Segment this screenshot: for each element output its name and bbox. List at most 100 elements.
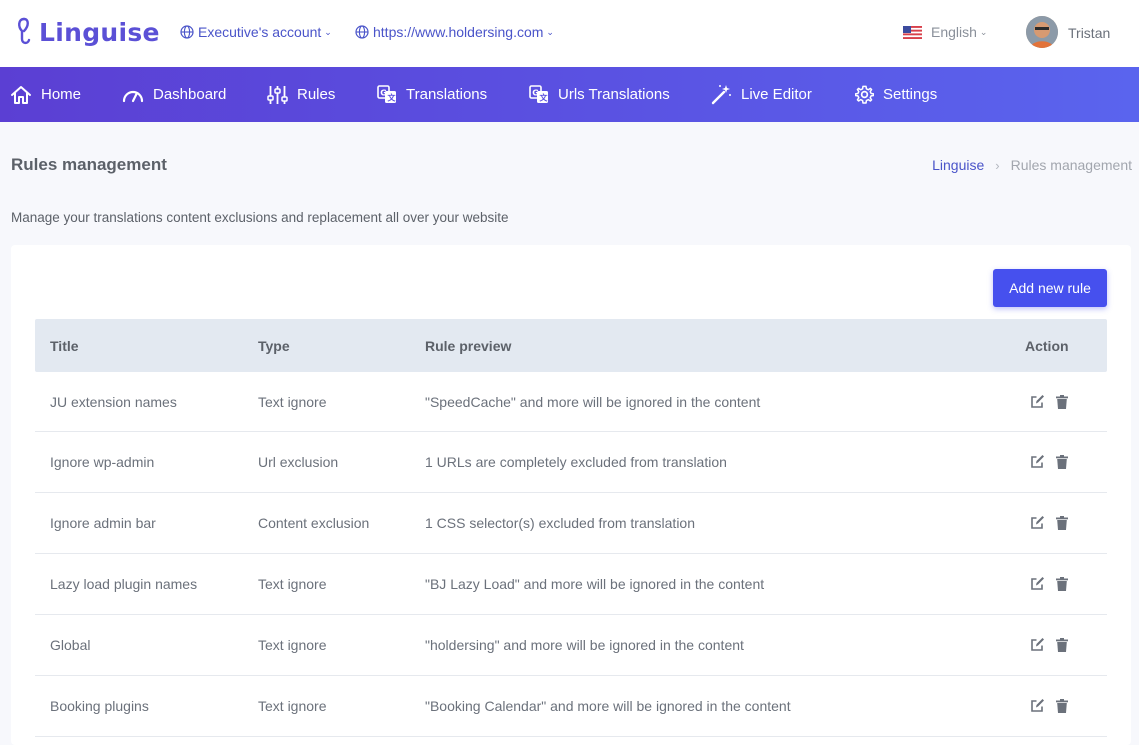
- column-header-title[interactable]: Title: [50, 338, 79, 354]
- chevron-down-icon: ⌄: [979, 26, 988, 37]
- edit-icon[interactable]: [1030, 637, 1045, 652]
- rule-title: JU extension names: [50, 393, 177, 410]
- edit-icon[interactable]: [1030, 576, 1045, 591]
- sliders-icon: [267, 85, 288, 104]
- home-icon: [11, 85, 31, 104]
- column-header-rule-preview[interactable]: Rule preview: [425, 338, 511, 354]
- rule-title: Global: [50, 637, 91, 653]
- main-nav: Home Dashboard Rules G 文 Translations G …: [0, 67, 1139, 122]
- table-row: JU extension names Text ignore "SpeedCache…: [35, 372, 1107, 432]
- page-title: Rules management: [11, 155, 167, 174]
- page-description: Manage your translations content exclusi…: [11, 210, 509, 225]
- edit-icon[interactable]: [1030, 454, 1045, 469]
- rule-type: Content exclusion: [258, 515, 370, 531]
- nav-live-editor[interactable]: Live Editor: [711, 67, 812, 122]
- nav-dashboard-label: Dashboard: [153, 86, 227, 103]
- rule-type: Text ignore: [258, 698, 327, 714]
- row-actions: [1030, 394, 1068, 409]
- table-row: Ignore admin bar Content exclusion 1 CSS s…: [35, 493, 1107, 554]
- nav-home[interactable]: Home: [10, 67, 81, 122]
- rule-preview: 1 CSS selector(s) excluded from translat…: [425, 515, 695, 531]
- row-actions: [1030, 454, 1068, 469]
- nav-rules[interactable]: Rules: [267, 67, 335, 122]
- row-actions: [1030, 637, 1068, 652]
- translate-icon: G 文: [529, 85, 549, 103]
- gauge-icon: [122, 90, 144, 102]
- breadcrumb-current: Rules management: [1010, 157, 1132, 173]
- trash-icon[interactable]: [1056, 394, 1068, 409]
- row-actions: [1030, 698, 1068, 713]
- site-selector[interactable]: https://www.holdersing.com ⌄: [355, 24, 554, 40]
- logo[interactable]: Linguise: [15, 14, 160, 50]
- svg-text:文: 文: [540, 93, 549, 103]
- rule-preview: "holdersing" and more will be ignored in…: [425, 637, 744, 653]
- rule-title: Booking plugins: [50, 698, 149, 714]
- table-row: Lazy load plugin names Text ignore "BJ Laz…: [35, 554, 1107, 615]
- row-actions: [1030, 576, 1068, 591]
- table-header: Title Type Rule preview Action: [35, 319, 1107, 372]
- nav-dashboard[interactable]: Dashboard: [122, 67, 226, 122]
- table-row: Global Text ignore "holdersing" and more w…: [35, 615, 1107, 676]
- nav-translations-label: Translations: [406, 86, 488, 103]
- svg-text:G: G: [380, 89, 387, 98]
- svg-text:G: G: [532, 89, 539, 98]
- rule-type: Text ignore: [258, 393, 327, 410]
- rule-preview: "BJ Lazy Load" and more will be ignored …: [425, 576, 765, 592]
- gear-icon: [855, 85, 874, 104]
- trash-icon[interactable]: [1056, 698, 1068, 713]
- trash-icon[interactable]: [1056, 576, 1068, 591]
- top-header: Linguise Executive's account ⌄ https://w…: [0, 0, 1139, 67]
- user-menu[interactable]: Tristan: [1026, 16, 1110, 48]
- site-url: https://www.holdersing.com: [373, 24, 544, 40]
- rule-preview: 1 URLs are completely excluded from tran…: [425, 454, 727, 470]
- trash-icon[interactable]: [1056, 637, 1068, 652]
- table-row: Ignore wp-admin Url exclusion 1 URLs are c…: [35, 432, 1107, 493]
- row-actions: [1030, 515, 1068, 530]
- language-selector[interactable]: English ⌄: [903, 24, 987, 40]
- nav-urls-translations[interactable]: G 文 Urls Translations: [529, 67, 670, 122]
- nav-home-label: Home: [41, 86, 82, 103]
- chevron-down-icon: ⌄: [546, 26, 554, 37]
- rule-title: Lazy load plugin names: [50, 576, 198, 592]
- rules-table: Title Type Rule preview Action JU extens…: [35, 319, 1107, 737]
- breadcrumb-root-link[interactable]: Linguise: [932, 157, 984, 173]
- user-name: Tristan: [1068, 25, 1111, 41]
- rule-type: Url exclusion: [258, 454, 339, 470]
- table-row: Booking plugins Text ignore "Booking Calen…: [35, 676, 1107, 737]
- us-flag-icon: [903, 25, 922, 39]
- nav-urls-translations-label: Urls Translations: [558, 86, 670, 103]
- logo-icon: [18, 17, 31, 45]
- column-header-type[interactable]: Type: [258, 338, 290, 354]
- account-label: Executive's account: [198, 24, 322, 40]
- rule-preview: "Booking Calendar" and more will be igno…: [425, 698, 791, 714]
- rule-preview: "SpeedCache" and more will be ignored in…: [425, 393, 761, 410]
- account-selector[interactable]: Executive's account ⌄: [180, 24, 332, 40]
- edit-icon[interactable]: [1030, 698, 1045, 713]
- rule-title: Ignore admin bar: [50, 515, 156, 531]
- trash-icon[interactable]: [1056, 515, 1068, 530]
- magic-wand-icon: [711, 85, 731, 105]
- nav-settings-label: Settings: [883, 86, 938, 103]
- rule-type: Text ignore: [258, 637, 327, 653]
- edit-icon[interactable]: [1030, 394, 1045, 409]
- language-label: English: [931, 24, 977, 40]
- edit-icon[interactable]: [1030, 515, 1045, 530]
- nav-rules-label: Rules: [297, 86, 336, 103]
- rule-type: Text ignore: [258, 576, 327, 592]
- rule-title: Ignore wp-admin: [50, 454, 155, 470]
- chevron-down-icon: ⌄: [324, 26, 332, 37]
- globe-icon: [180, 25, 194, 39]
- nav-settings[interactable]: Settings: [855, 67, 937, 122]
- avatar: [1026, 16, 1058, 48]
- chevron-right-icon: ›: [995, 157, 1000, 173]
- add-new-rule-button[interactable]: Add new rule: [993, 269, 1107, 307]
- trash-icon[interactable]: [1056, 454, 1068, 469]
- nav-live-editor-label: Live Editor: [741, 86, 812, 103]
- nav-translations[interactable]: G 文 Translations: [377, 67, 487, 122]
- svg-text:文: 文: [388, 93, 397, 103]
- translate-icon: G 文: [377, 85, 397, 103]
- logo-text: Linguise: [39, 17, 160, 47]
- breadcrumb: Linguise › Rules management: [932, 157, 1132, 173]
- globe-icon: [355, 25, 369, 39]
- column-header-action: Action: [1025, 337, 1069, 354]
